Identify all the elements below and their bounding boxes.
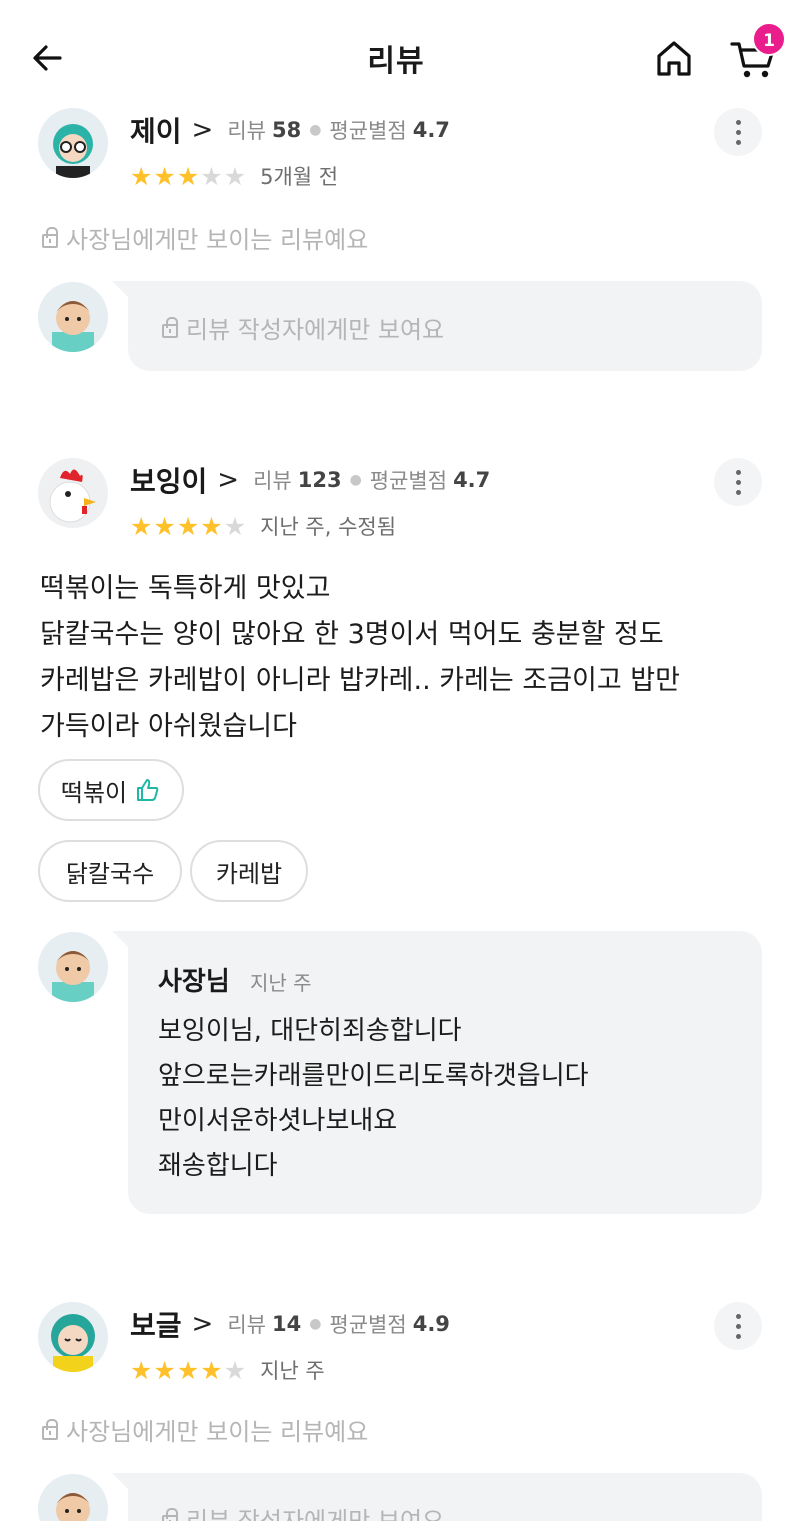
- separator-dot: ●: [309, 122, 322, 138]
- reviewer-info: 제이 > 리뷰 58 ● 평균별점 4.7: [130, 110, 450, 150]
- owner-reply-box: 리뷰 작성자에게만 보여요: [112, 1473, 762, 1521]
- star-empty-icon: ★: [200, 161, 223, 191]
- avg-rating-label: 평균별점: [329, 1313, 407, 1337]
- private-reply-note: 리뷰 작성자에게만 보여요: [160, 1501, 444, 1521]
- star-filled-icon: ★: [153, 161, 176, 191]
- menu-tag-label: 카레밥: [215, 859, 283, 888]
- reviewer-info: 보잉이 > 리뷰 123 ● 평균별점 4.7: [130, 460, 490, 500]
- star-rating: ★ ★ ★ ★ ★: [130, 1358, 246, 1383]
- menu-tag-label: 닭칼국수: [65, 859, 155, 888]
- star-rating: ★ ★ ★ ★ ★: [130, 514, 246, 539]
- review-count: 14: [271, 1312, 302, 1336]
- user-avatar[interactable]: [38, 1302, 108, 1372]
- avg-rating-value: 4.7: [453, 468, 491, 492]
- star-filled-icon: ★: [130, 161, 153, 191]
- review-count-label: 리뷰: [227, 119, 266, 143]
- rating-row: ★ ★ ★ ★ ★ 지난 주: [130, 1355, 325, 1385]
- avg-rating-label: 평균별점: [329, 119, 407, 143]
- separator-dot: ●: [349, 472, 362, 488]
- menu-tag-chip[interactable]: 닭칼국수: [38, 840, 182, 902]
- private-note-text: 사장님에게만 보이는 리뷰예요: [66, 226, 369, 254]
- review-count: 58: [271, 118, 302, 142]
- star-filled-icon: ★: [200, 1355, 223, 1385]
- private-review-note: 사장님에게만 보이는 리뷰예요: [40, 220, 368, 255]
- review-count-label: 리뷰: [253, 469, 292, 493]
- rating-row: ★ ★ ★ ★ ★ 지난 주, 수정됨: [130, 511, 396, 541]
- thumbs-up-icon: [137, 779, 159, 801]
- star-filled-icon: ★: [200, 511, 223, 541]
- menu-tag-chip[interactable]: 떡볶이: [38, 759, 184, 821]
- reviewer-name[interactable]: 제이: [130, 110, 182, 150]
- app-header: 리뷰 1: [0, 0, 792, 110]
- star-empty-icon: ★: [223, 161, 247, 191]
- star-filled-icon: ★: [176, 511, 200, 541]
- reviewer-info: 보글 > 리뷰 14 ● 평균별점 4.9: [130, 1304, 450, 1344]
- avg-rating-value: 4.7: [412, 118, 450, 142]
- star-rating: ★ ★ ★ ★ ★: [130, 164, 246, 189]
- reviewer-name[interactable]: 보글: [130, 1304, 182, 1344]
- more-options-button[interactable]: [714, 1302, 762, 1350]
- avg-rating-label: 평균별점: [369, 469, 448, 493]
- lock-icon: [42, 1418, 58, 1440]
- owner-name: 사장님: [158, 967, 230, 997]
- lock-icon: [162, 316, 178, 338]
- owner-reply-text: 보잉이님, 대단히죄송합니다 앞으로는카래를만이드리도록하갯읍니다 만이서운하셧…: [158, 1016, 589, 1181]
- user-avatar[interactable]: [38, 108, 108, 178]
- owner-avatar: [38, 1474, 108, 1521]
- private-reply-text: 리뷰 작성자에게만 보여요: [186, 316, 445, 344]
- star-empty-icon: ★: [223, 1355, 247, 1385]
- star-empty-icon: ★: [223, 511, 247, 541]
- more-options-button[interactable]: [714, 458, 762, 506]
- avg-rating-value: 4.9: [412, 1312, 450, 1336]
- owner-reply-date: 지난 주: [250, 971, 312, 995]
- private-review-note: 사장님에게만 보이는 리뷰예요: [40, 1412, 368, 1447]
- rating-row: ★ ★ ★ ★ ★ 5개월 전: [130, 161, 338, 191]
- review-date: 5개월 전: [260, 165, 339, 189]
- owner-avatar: [38, 932, 108, 1002]
- reviewer-name[interactable]: 보잉이: [130, 460, 207, 500]
- star-filled-icon: ★: [176, 161, 200, 191]
- user-avatar[interactable]: [38, 458, 108, 528]
- review-count-label: 리뷰: [227, 1313, 266, 1337]
- star-filled-icon: ★: [153, 1355, 176, 1385]
- review-date: 지난 주: [260, 1359, 325, 1383]
- star-filled-icon: ★: [176, 1355, 200, 1385]
- separator-dot: ●: [309, 1316, 322, 1332]
- lock-icon: [42, 226, 58, 248]
- chevron-right-icon[interactable]: >: [192, 1309, 214, 1339]
- star-filled-icon: ★: [130, 1355, 153, 1385]
- owner-reply-box: 사장님 지난 주 보잉이님, 대단히죄송합니다 앞으로는카래를만이드리도록하갯읍…: [112, 931, 762, 1214]
- review-count: 123: [297, 468, 342, 492]
- star-filled-icon: ★: [153, 511, 176, 541]
- private-note-text: 사장님에게만 보이는 리뷰예요: [66, 1418, 369, 1446]
- home-icon[interactable]: [652, 36, 696, 80]
- owner-avatar: [38, 282, 108, 352]
- private-reply-text: 리뷰 작성자에게만 보여요: [186, 1507, 445, 1521]
- chevron-right-icon[interactable]: >: [192, 115, 214, 145]
- cart-count-badge: 1: [752, 22, 786, 56]
- more-options-button[interactable]: [714, 108, 762, 156]
- menu-tag-label: 떡볶이: [60, 778, 128, 807]
- menu-tag-chip[interactable]: 카레밥: [190, 840, 308, 902]
- star-filled-icon: ★: [130, 511, 153, 541]
- private-reply-note: 리뷰 작성자에게만 보여요: [160, 310, 444, 345]
- review-date: 지난 주, 수정됨: [260, 515, 397, 539]
- chevron-right-icon[interactable]: >: [217, 465, 239, 495]
- review-text: 떡볶이는 독특하게 맛있고 닭칼국수는 양이 많아요 한 3명이서 먹어도 충분…: [40, 573, 680, 742]
- lock-icon: [162, 1507, 178, 1521]
- owner-reply-box: 리뷰 작성자에게만 보여요: [112, 281, 762, 371]
